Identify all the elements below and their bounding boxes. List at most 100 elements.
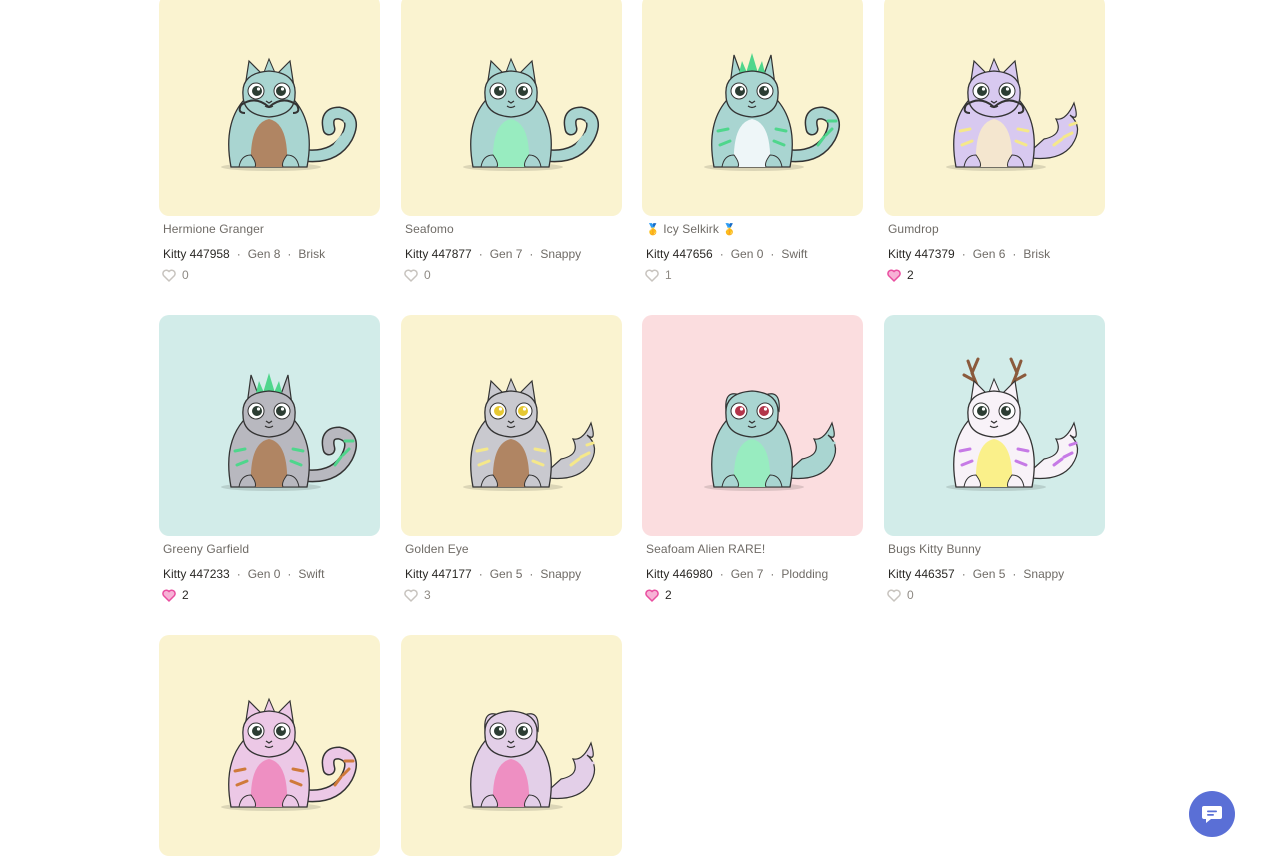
- like-count: 3: [424, 588, 431, 602]
- separator: ·: [529, 567, 534, 581]
- kitty-generation: Gen 5: [489, 567, 523, 581]
- kitty-image[interactable]: [401, 635, 622, 856]
- like-count: 0: [907, 588, 914, 602]
- kitty-generation: Gen 0: [730, 247, 764, 261]
- kitty-name: Golden Eye: [405, 542, 469, 556]
- separator: ·: [287, 247, 292, 261]
- heart-icon[interactable]: [887, 269, 901, 282]
- heart-icon[interactable]: [645, 589, 659, 602]
- kitty-meta: Kitty 447233 · Gen 0 · Swift: [163, 567, 324, 581]
- kitty-name: Hermione Granger: [163, 222, 264, 236]
- kitty-speed: Swift: [781, 247, 808, 261]
- separator: ·: [719, 567, 724, 581]
- heart-icon[interactable]: [162, 589, 176, 602]
- kitty-meta: Kitty 446357 · Gen 5 · Snappy: [888, 567, 1064, 581]
- heart-icon[interactable]: [162, 269, 176, 282]
- kitty-name-row: 🥇 Icy Selkirk 🥇: [646, 222, 736, 236]
- kitty-generation: Gen 6: [972, 247, 1006, 261]
- kitty-id[interactable]: Kitty 447379: [888, 247, 955, 261]
- heart-icon[interactable]: [645, 269, 659, 282]
- kitty-name: Icy Selkirk: [663, 222, 720, 236]
- kitty-speed: Swift: [298, 567, 325, 581]
- heart-icon[interactable]: [404, 589, 418, 602]
- kitty-meta: Kitty 447877 · Gen 7 · Snappy: [405, 247, 581, 261]
- kitty-meta: Kitty 447958 · Gen 8 · Brisk: [163, 247, 325, 261]
- kitty-image[interactable]: [401, 0, 622, 216]
- like-counter[interactable]: 0: [404, 268, 431, 282]
- kitty-name: Greeny Garfield: [163, 542, 250, 556]
- separator: ·: [719, 247, 724, 261]
- separator: ·: [236, 247, 241, 261]
- like-counter[interactable]: 0: [887, 588, 914, 602]
- kitty-speed: Snappy: [1023, 567, 1065, 581]
- kitty-name-row: Seafomo: [405, 222, 454, 236]
- like-count: 0: [424, 268, 431, 282]
- kitty-id[interactable]: Kitty 446980: [646, 567, 713, 581]
- like-counter[interactable]: 2: [887, 268, 914, 282]
- like-counter[interactable]: 2: [645, 588, 672, 602]
- kitty-meta: Kitty 447379 · Gen 6 · Brisk: [888, 247, 1050, 261]
- kitty-grid: Hermione Granger Kitty 447958 · Gen 8 · Bris…: [0, 0, 1264, 856]
- kitty-id[interactable]: Kitty 447877: [405, 247, 472, 261]
- kitty-generation: Gen 5: [972, 567, 1006, 581]
- like-count: 2: [665, 588, 672, 602]
- separator: ·: [1012, 567, 1017, 581]
- kitty-name: Seafoam Alien RARE!: [646, 542, 766, 556]
- kitty-name: Gumdrop: [888, 222, 939, 236]
- like-count: 1: [665, 268, 672, 282]
- kitty-generation: Gen 7: [489, 247, 523, 261]
- kitty-id[interactable]: Kitty 446357: [888, 567, 955, 581]
- chat-button[interactable]: [1189, 791, 1235, 837]
- like-counter[interactable]: 0: [162, 268, 189, 282]
- kitty-meta: Kitty 446980 · Gen 7 · Plodding: [646, 567, 828, 581]
- separator: ·: [478, 247, 483, 261]
- kitty-name: Seafomo: [405, 222, 454, 236]
- like-count: 2: [907, 268, 914, 282]
- kitty-generation: Gen 7: [730, 567, 764, 581]
- kitty-meta: Kitty 447177 · Gen 5 · Snappy: [405, 567, 581, 581]
- kitty-generation: Gen 0: [247, 567, 281, 581]
- medal-icon: 🥇: [646, 224, 660, 236]
- heart-icon[interactable]: [887, 589, 901, 602]
- kitty-id[interactable]: Kitty 447177: [405, 567, 472, 581]
- separator: ·: [478, 567, 483, 581]
- kitty-image[interactable]: [884, 0, 1105, 216]
- separator: ·: [961, 567, 966, 581]
- kitty-image[interactable]: [884, 315, 1105, 536]
- kitty-id[interactable]: Kitty 447958: [163, 247, 230, 261]
- heart-icon[interactable]: [404, 269, 418, 282]
- kitty-meta: Kitty 447656 · Gen 0 · Swift: [646, 247, 807, 261]
- separator: ·: [287, 567, 292, 581]
- kitty-speed: Snappy: [540, 567, 582, 581]
- kitty-image[interactable]: [159, 0, 380, 216]
- kitty-speed: Snappy: [540, 247, 582, 261]
- kitty-id[interactable]: Kitty 447233: [163, 567, 230, 581]
- medal-icon: 🥇: [722, 224, 737, 236]
- kitty-speed: Brisk: [1023, 247, 1051, 261]
- like-counter[interactable]: 1: [645, 268, 672, 282]
- kitty-name-row: Hermione Granger: [163, 222, 264, 236]
- like-counter[interactable]: 2: [162, 588, 189, 602]
- separator: ·: [770, 247, 775, 261]
- like-count: 0: [182, 268, 189, 282]
- separator: ·: [961, 247, 966, 261]
- kitty-name: Bugs Kitty Bunny: [888, 542, 981, 556]
- chat-bubble-icon: [1202, 806, 1222, 823]
- kitty-image[interactable]: [642, 315, 863, 536]
- separator: ·: [770, 567, 775, 581]
- kitty-speed: Plodding: [781, 567, 829, 581]
- separator: ·: [529, 247, 534, 261]
- like-count: 2: [182, 588, 189, 602]
- kitty-image[interactable]: [401, 315, 622, 536]
- kitty-name-row: Golden Eye: [405, 542, 469, 556]
- kitty-name-row: Seafoam Alien RARE!: [646, 542, 765, 556]
- kitty-name-row: Bugs Kitty Bunny: [888, 542, 981, 556]
- kitty-name-row: Greeny Garfield: [163, 542, 249, 556]
- kitty-image[interactable]: [159, 315, 380, 536]
- kitty-image[interactable]: [642, 0, 863, 216]
- kitty-image[interactable]: [159, 635, 380, 856]
- kitty-name-row: Gumdrop: [888, 222, 939, 236]
- like-counter[interactable]: 3: [404, 588, 431, 602]
- kitty-speed: Brisk: [298, 247, 326, 261]
- kitty-id[interactable]: Kitty 447656: [646, 247, 713, 261]
